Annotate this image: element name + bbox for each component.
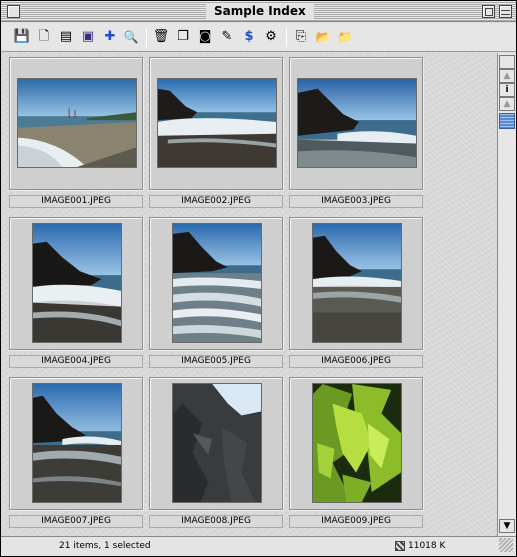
thumbnail-image[interactable]	[172, 383, 262, 503]
vertical-scrollbar[interactable]: ▲ i ▲ ▼	[497, 53, 516, 536]
title-bar[interactable]: Sample Index	[1, 1, 516, 22]
thumbnail-frame	[9, 57, 143, 190]
thumbnail-label[interactable]: IMAGE005.JPEG	[149, 355, 283, 368]
thumbnail-frame	[289, 377, 423, 510]
stack-icon[interactable]: ❐	[174, 28, 192, 46]
thumbnail-image[interactable]	[157, 78, 277, 168]
close-box-icon[interactable]	[7, 5, 20, 18]
page-icon[interactable]: 🗋	[35, 28, 53, 46]
thumbnail-frame	[149, 57, 283, 190]
thumbnail-label[interactable]: IMAGE002.JPEG	[149, 195, 283, 208]
item-count-text: 21 items, 1 selected	[59, 541, 151, 551]
thumbnail-image[interactable]	[32, 383, 122, 503]
zoom-box-icon[interactable]	[482, 5, 495, 18]
toolbar-separator	[286, 28, 287, 47]
scroll-thumb[interactable]	[499, 113, 515, 129]
thumbnail-frame	[149, 377, 283, 510]
frame-icon[interactable]: ◙	[196, 28, 214, 46]
toolbar-separator	[146, 28, 147, 47]
window-title: Sample Index	[206, 4, 314, 19]
thumbnail-image[interactable]	[17, 78, 137, 168]
info-icon[interactable]: i	[499, 83, 515, 97]
export-icon[interactable]: ⎘	[292, 28, 310, 46]
card-icon[interactable]: ▤	[57, 28, 75, 46]
save-disk-icon[interactable]: 💾	[13, 28, 31, 46]
thumbnail-image[interactable]	[32, 223, 122, 343]
scroll-split-icon[interactable]	[499, 55, 515, 69]
collapse-box-icon[interactable]	[499, 5, 512, 18]
thumbnail-label[interactable]: IMAGE001.JPEG	[9, 195, 143, 208]
folder-upload-icon[interactable]: 📁	[336, 28, 354, 46]
disk-icon	[395, 541, 405, 551]
thumbnail-image[interactable]	[312, 223, 402, 343]
picture-window-icon[interactable]: ▣	[79, 28, 97, 46]
scroll-down-arrow-icon[interactable]: ▼	[499, 519, 515, 533]
thumbnail-label[interactable]: IMAGE007.JPEG	[9, 515, 143, 528]
resize-grip-icon[interactable]	[499, 538, 513, 552]
thumbnail-label[interactable]: IMAGE006.JPEG	[289, 355, 423, 368]
thumbnail-label[interactable]: IMAGE008.JPEG	[149, 515, 283, 528]
thumbnail-grid: IMAGE001.JPEG IMAGE002.JPEG IMAGE003.JPE…	[1, 53, 497, 536]
thumbnail-frame	[289, 217, 423, 350]
thumbnail-image[interactable]	[312, 383, 402, 503]
edit-pencil-icon[interactable]: ✎	[218, 28, 236, 46]
scroll-top-arrow-icon[interactable]: ▲	[499, 69, 515, 83]
thumbnail-image[interactable]	[297, 78, 417, 168]
thumbnail-frame	[289, 57, 423, 190]
dollar-icon[interactable]: $	[240, 28, 258, 46]
scroll-up-arrow-icon[interactable]: ▲	[499, 97, 515, 111]
toolbar: 💾 🗋 ▤ ▣ ✚ 🔍 🗑 ❐ ◙ ✎ $ ⚙ ⎘ 📂 📁	[1, 23, 516, 52]
image-index-window: Sample Index 💾 🗋 ▤ ▣ ✚ 🔍 🗑 ❐ ◙ ✎ $ ⚙ ⎘ 📂…	[0, 0, 517, 557]
total-size-text: 11018 K	[408, 541, 446, 551]
thumbnail-frame	[9, 217, 143, 350]
thumbnail-label[interactable]: IMAGE003.JPEG	[289, 195, 423, 208]
status-bar: 21 items, 1 selected 11018 K	[1, 536, 516, 556]
folder-download-icon[interactable]: 📂	[314, 28, 332, 46]
magnifier-icon[interactable]: 🔍	[122, 28, 140, 46]
thumbnail-label[interactable]: IMAGE004.JPEG	[9, 355, 143, 368]
thumbnail-image[interactable]	[172, 223, 262, 343]
thumbnail-label[interactable]: IMAGE009.JPEG	[289, 515, 423, 528]
gear-icon[interactable]: ⚙	[262, 28, 280, 46]
trash-icon[interactable]: 🗑	[152, 28, 170, 46]
thumbnail-frame	[9, 377, 143, 510]
plus-icon[interactable]: ✚	[101, 28, 119, 46]
thumbnail-frame	[149, 217, 283, 350]
